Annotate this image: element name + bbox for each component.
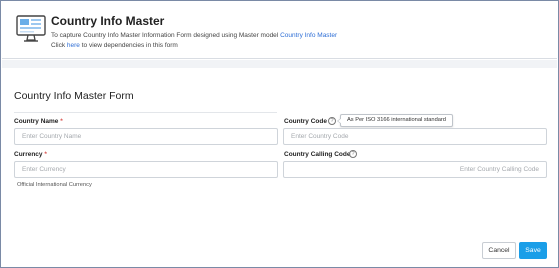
dependencies-text: to view dependencies in this form [79,42,178,49]
currency-label: Currency * [14,151,47,158]
required-mark: * [60,118,63,125]
country-name-label-text: Country Name [14,118,59,125]
master-model-link[interactable]: Country Info Master [280,32,337,39]
cancel-button[interactable]: Cancel [482,242,516,259]
country-code-tooltip: As Per ISO 3166 international standard [337,114,453,127]
calling-code-input[interactable] [283,161,547,178]
dependencies-link[interactable]: here [67,42,80,49]
country-name-label: Country Name * [14,118,63,125]
header-divider-bar [2,60,557,68]
description-text: To capture Country Info Master Informati… [51,32,281,39]
question-circle-icon[interactable]: ? [328,117,336,125]
save-button[interactable]: Save [519,242,547,259]
page-header: Country Info Master To capture Country I… [2,2,557,59]
country-code-input[interactable] [283,128,547,145]
page-title: Country Info Master [51,14,165,28]
question-circle-icon[interactable]: ? [349,150,357,158]
currency-hint: Official International Currency [17,182,92,188]
country-code-label: Country Code [284,118,327,125]
form-title-divider [14,112,277,113]
click-text: Click [51,42,67,49]
dependencies-description: Click here to view dependencies in this … [51,42,178,49]
page-description: To capture Country Info Master Informati… [51,32,337,39]
app-window: Country Info Master To capture Country I… [0,0,559,268]
currency-label-text: Currency [14,151,43,158]
desktop-form-icon [16,15,46,42]
required-mark: * [44,151,47,158]
form-title: Country Info Master Form [14,90,134,102]
country-name-input[interactable] [14,128,278,145]
currency-input[interactable] [14,161,278,178]
calling-code-label: Country Calling Code [284,151,351,158]
